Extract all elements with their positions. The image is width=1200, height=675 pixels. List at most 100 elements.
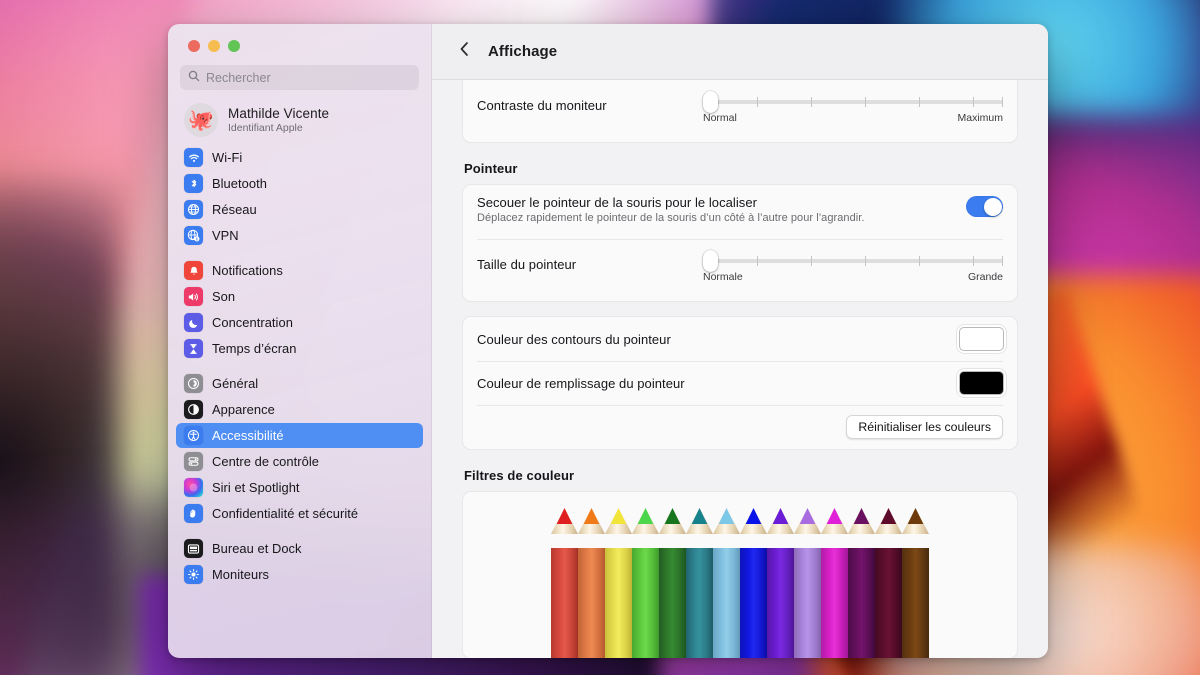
sidebar-item-label: VPN xyxy=(212,228,239,243)
gear-icon xyxy=(184,374,203,393)
shake-pointer-toggle[interactable] xyxy=(966,196,1003,217)
sidebar-item-sound[interactable]: Son xyxy=(176,284,423,309)
sidebar-group-network: Wi-Fi Bluetooth Réseau VPN xyxy=(176,145,423,248)
hand-icon xyxy=(184,504,203,523)
sidebar-item-bluetooth[interactable]: Bluetooth xyxy=(176,171,423,196)
reset-colors-button[interactable]: Réinitialiser les couleurs xyxy=(846,415,1003,439)
siri-icon xyxy=(184,478,203,497)
sidebar-item-displays[interactable]: Moniteurs xyxy=(176,562,423,587)
bluetooth-icon xyxy=(184,174,203,193)
pointer-card: Secouer le pointeur de la souris pour le… xyxy=(462,184,1018,302)
search-icon xyxy=(188,69,200,87)
avatar-glyph: 🐙 xyxy=(187,108,215,132)
pencil xyxy=(875,508,902,658)
sidebar-nav: Wi-Fi Bluetooth Réseau VPN Notifications… xyxy=(168,137,431,587)
sidebar-item-label: Wi-Fi xyxy=(212,150,243,165)
sidebar-item-network[interactable]: Réseau xyxy=(176,197,423,222)
window-controls xyxy=(168,24,431,52)
pointer-colors-card: Couleur des contours du pointeur Couleur… xyxy=(462,316,1018,450)
sidebar-item-label: Réseau xyxy=(212,202,257,217)
sidebar-item-label: Confidentialité et sécurité xyxy=(212,506,359,521)
pencil xyxy=(713,508,740,658)
back-button[interactable] xyxy=(454,42,474,62)
toolbar: Affichage xyxy=(432,24,1048,80)
sidebar-item-label: Accessibilité xyxy=(212,428,284,443)
system-settings-window: Rechercher 🐙 Mathilde Vicente Identifian… xyxy=(168,24,1048,658)
sidebar-item-label: Moniteurs xyxy=(212,567,270,582)
pointer-fill-color-row: Couleur de remplissage du pointeur xyxy=(463,361,1017,405)
accessibility-icon xyxy=(184,426,203,445)
sidebar-group-desktop: Bureau et Dock Moniteurs xyxy=(176,536,423,587)
pencil xyxy=(848,508,875,658)
sidebar-item-general[interactable]: Général xyxy=(176,371,423,396)
sidebar-item-label: Bureau et Dock xyxy=(212,541,302,556)
slider-knob[interactable] xyxy=(703,91,718,113)
vpn-globe-icon xyxy=(184,226,203,245)
sidebar-item-notifications[interactable]: Notifications xyxy=(176,258,423,283)
pencil xyxy=(794,508,821,658)
pencil xyxy=(821,508,848,658)
search-placeholder: Rechercher xyxy=(206,70,271,85)
slider-knob[interactable] xyxy=(703,250,718,272)
slider-min-label: Normal xyxy=(703,112,737,124)
sidebar-group-system: Général Apparence Accessibilité Centre d… xyxy=(176,371,423,526)
pencil xyxy=(659,508,686,658)
maximize-button[interactable] xyxy=(228,40,240,52)
pencil xyxy=(578,508,605,658)
colored-pencils-image xyxy=(463,508,1017,658)
pencil xyxy=(686,508,713,658)
sidebar-item-label: Apparence xyxy=(212,402,275,417)
account-name: Mathilde Vicente xyxy=(228,106,330,121)
shake-pointer-row: Secouer le pointeur de la souris pour le… xyxy=(463,185,1017,239)
pointer-outline-color-swatch[interactable] xyxy=(960,328,1003,350)
sidebar-item-vpn[interactable]: VPN xyxy=(176,223,423,248)
sidebar-item-label: Général xyxy=(212,376,259,391)
sidebar-item-privacy-security[interactable]: Confidentialité et sécurité xyxy=(176,501,423,526)
pencil xyxy=(740,508,767,658)
globe-icon xyxy=(184,200,203,219)
contrast-row: Contraste du moniteur Normal Maximum xyxy=(463,80,1017,142)
sidebar-item-desktop-dock[interactable]: Bureau et Dock xyxy=(176,536,423,561)
pencil xyxy=(767,508,794,658)
account-row[interactable]: 🐙 Mathilde Vicente Identifiant Apple xyxy=(168,90,431,137)
chevron-left-icon xyxy=(459,41,470,62)
slider-max-label: Grande xyxy=(967,271,1003,283)
pointer-outline-color-row: Couleur des contours du pointeur xyxy=(463,317,1017,361)
close-button[interactable] xyxy=(188,40,200,52)
slider-track xyxy=(703,250,1003,272)
sidebar: Rechercher 🐙 Mathilde Vicente Identifian… xyxy=(168,24,432,658)
account-subtitle: Identifiant Apple xyxy=(228,122,303,134)
sidebar-group-alerts: Notifications Son Concentration Temps d’… xyxy=(176,258,423,361)
sidebar-item-label: Centre de contrôle xyxy=(212,454,319,469)
pencil xyxy=(632,508,659,658)
sidebar-item-label: Temps d’écran xyxy=(212,341,297,356)
pointer-fill-color-swatch[interactable] xyxy=(960,372,1003,394)
shake-pointer-label: Secouer le pointeur de la souris pour le… xyxy=(477,195,757,210)
sidebar-item-label: Bluetooth xyxy=(212,176,267,191)
sidebar-item-accessibility[interactable]: Accessibilité xyxy=(176,423,423,448)
search-input[interactable]: Rechercher xyxy=(180,65,419,90)
minimize-button[interactable] xyxy=(208,40,220,52)
sidebar-item-siri-spotlight[interactable]: Siri et Spotlight xyxy=(176,475,423,500)
avatar: 🐙 xyxy=(184,103,218,137)
pointer-section-title: Pointeur xyxy=(464,161,518,176)
pointer-size-slider[interactable]: Normale Grande xyxy=(703,248,1003,283)
sidebar-item-wifi[interactable]: Wi-Fi xyxy=(176,145,423,170)
sidebar-item-control-center[interactable]: Centre de contrôle xyxy=(176,449,423,474)
moon-icon xyxy=(184,313,203,332)
pointer-outline-color-label: Couleur des contours du pointeur xyxy=(477,331,671,347)
pencil xyxy=(551,508,578,658)
contrast-label: Contraste du moniteur xyxy=(477,98,607,113)
slider-max-label: Maximum xyxy=(957,112,1003,124)
sidebar-item-appearance[interactable]: Apparence xyxy=(176,397,423,422)
slider-min-label: Normale xyxy=(703,271,743,283)
pencil xyxy=(902,508,929,658)
page-title: Affichage xyxy=(488,43,558,60)
control-center-icon xyxy=(184,452,203,471)
sidebar-item-focus[interactable]: Concentration xyxy=(176,310,423,335)
pointer-size-row: Taille du pointeur Normale Grande xyxy=(463,239,1017,301)
settings-scroll-area[interactable]: Contraste du moniteur Normal Maximum Poi… xyxy=(432,80,1048,658)
sidebar-item-screentime[interactable]: Temps d’écran xyxy=(176,336,423,361)
slider-track xyxy=(703,91,1003,113)
contrast-slider[interactable]: Normal Maximum xyxy=(703,89,1003,124)
